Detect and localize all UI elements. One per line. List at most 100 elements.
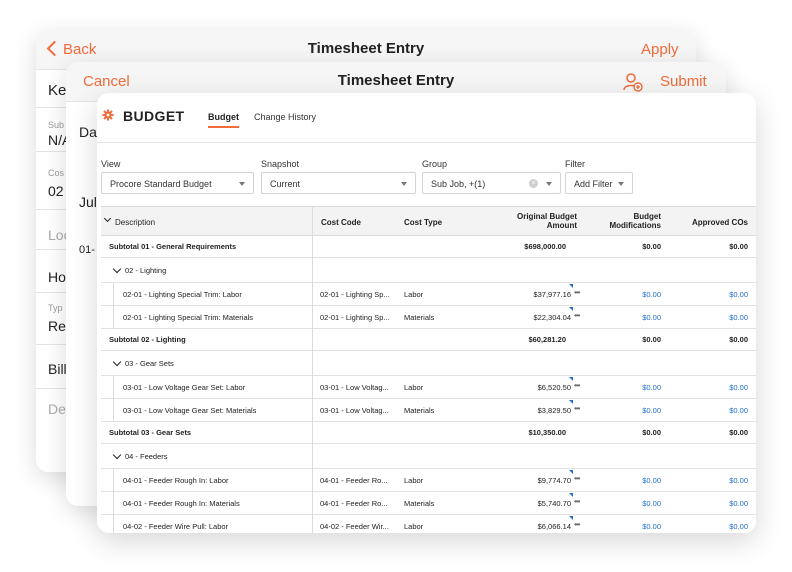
snapshot-label: Snapshot: [261, 159, 300, 169]
row-original-amount: $3,829.50: [537, 406, 571, 415]
cost-code-label: Cos: [48, 168, 65, 178]
row-budget-mods[interactable]: $0.00: [581, 406, 661, 415]
column-divider: [312, 206, 313, 533]
more-icon[interactable]: •••: [574, 404, 580, 413]
more-icon[interactable]: •••: [574, 474, 580, 483]
cost-code-value: 02: [48, 183, 64, 199]
row-cost-code: 02-01 - Lighting Sp...: [320, 290, 390, 299]
snapshot-select[interactable]: Current: [261, 172, 416, 194]
row-approved-cos[interactable]: $0.00: [669, 522, 748, 531]
billable-label: Bill: [48, 361, 67, 377]
row-original-amount: $37,977.16: [533, 290, 571, 299]
row-approved-cos[interactable]: $0.00: [669, 406, 748, 415]
caret-down-icon: [546, 182, 552, 186]
row-description: 04-01 - Feeder Rough In: Labor: [123, 476, 229, 485]
submit-link[interactable]: Submit: [660, 73, 707, 90]
row-approved-cos[interactable]: $0.00: [669, 476, 748, 485]
row-description: 04-01 - Feeder Rough In: Materials: [123, 499, 240, 508]
row-description: 02-01 - Lighting Special Trim: Materials: [123, 313, 254, 322]
row-description: 03-01 - Low Voltage Gear Set: Labor: [123, 383, 246, 392]
row-approved-cos[interactable]: $0.00: [669, 499, 748, 508]
row-budget-mods[interactable]: $0.00: [581, 476, 661, 485]
row-budget-mods[interactable]: $0.00: [581, 383, 661, 392]
group-select[interactable]: Sub Job, +(1) ×: [422, 172, 561, 194]
edit-marker-icon: [569, 284, 573, 288]
row-cost-type: Materials: [404, 499, 435, 508]
chevron-down-icon[interactable]: [112, 450, 122, 459]
col-original-line1[interactable]: Original Budget: [481, 212, 577, 221]
row-original-amount: $698,000.00: [524, 242, 566, 251]
tab-change-history[interactable]: Change History: [254, 112, 316, 122]
col-mods-line2: Modifications: [609, 221, 661, 230]
more-icon[interactable]: •••: [574, 311, 580, 320]
chevron-down-icon[interactable]: [112, 357, 122, 366]
chevron-down-icon[interactable]: [112, 264, 122, 273]
col-approved-cos[interactable]: Approved COs: [671, 218, 748, 227]
filter-label: Filter: [565, 159, 585, 169]
col-original-line2: Amount: [546, 221, 577, 230]
description-placeholder: De: [48, 401, 66, 417]
col-cost-code[interactable]: Cost Code: [321, 218, 361, 227]
group-row[interactable]: 02 - Lighting: [101, 258, 756, 283]
group-label: 03 - Gear Sets: [125, 359, 174, 368]
clear-icon[interactable]: ×: [529, 179, 538, 188]
row-cost-code: 03-01 - Low Voltag...: [320, 383, 389, 392]
type-label: Typ: [48, 303, 63, 313]
apply-link[interactable]: Apply: [641, 41, 679, 58]
row-budget-mods: $0.00: [642, 428, 661, 437]
row-cost-type: Labor: [404, 476, 424, 485]
row-cost-code: 03-01 - Low Voltag...: [320, 406, 389, 415]
group-row[interactable]: 03 - Gear Sets: [101, 351, 756, 376]
chevron-down-icon[interactable]: [103, 214, 112, 223]
row-cost-type: Labor: [404, 522, 424, 531]
table-row: 04-01 - Feeder Rough In: Materials 04-01 …: [101, 492, 756, 515]
add-filter-label: Add Filter: [574, 179, 613, 189]
add-filter-button[interactable]: Add Filter: [565, 172, 633, 194]
row-cost-type: Materials: [404, 313, 435, 322]
row-original-amount: $9,774.70: [537, 476, 571, 485]
col-cost-type[interactable]: Cost Type: [404, 218, 442, 227]
row-approved-cos: $0.00: [729, 428, 748, 437]
view-value: Procore Standard Budget: [110, 179, 212, 189]
more-icon[interactable]: •••: [574, 520, 580, 529]
more-icon[interactable]: •••: [574, 288, 580, 297]
group-label: Group: [422, 159, 448, 169]
group-value: Sub Job, +(1): [431, 179, 486, 189]
row-cost-type: Labor: [404, 383, 424, 392]
col-description[interactable]: Description: [115, 218, 155, 227]
user-add-icon[interactable]: [622, 71, 644, 93]
more-icon[interactable]: •••: [574, 497, 580, 506]
budget-card: BUDGET Budget Change History View Procor…: [97, 93, 756, 533]
hours-label: Ho: [48, 269, 66, 285]
row-approved-cos[interactable]: $0.00: [669, 313, 748, 322]
row-approved-cos[interactable]: $0.00: [669, 290, 748, 299]
row-budget-mods[interactable]: $0.00: [581, 499, 661, 508]
gear-icon: [102, 108, 114, 121]
sub-job-label: Sub: [48, 120, 65, 130]
row-cost-code: 04-01 - Feeder Ro...: [320, 476, 388, 485]
row-approved-cos: $0.00: [729, 335, 748, 344]
table-row: 02-01 - Lighting Special Trim: Labor 02-0…: [101, 283, 756, 306]
caret-down-icon: [239, 182, 245, 186]
row-original-amount: $10,350.00: [528, 428, 566, 437]
row-approved-cos[interactable]: $0.00: [669, 383, 748, 392]
subtotal-row: Subtotal 02 - Lighting $60,281.20 $0.00 $0.…: [101, 329, 756, 351]
row-original-amount: $6,520.50: [537, 383, 571, 392]
view-select[interactable]: Procore Standard Budget: [101, 172, 254, 194]
stage: Back Timesheet Entry Apply Kel Sub N/A C…: [0, 0, 792, 572]
row-description: 04-02 - Feeder Wire Pull: Labor: [123, 522, 229, 531]
row-budget-mods[interactable]: $0.00: [581, 290, 661, 299]
type-value: Re: [48, 318, 66, 334]
row-cost-type: Materials: [404, 406, 435, 415]
view-label: View: [101, 159, 121, 169]
more-icon[interactable]: •••: [574, 381, 580, 390]
row-budget-mods[interactable]: $0.00: [581, 522, 661, 531]
edit-marker-icon: [569, 377, 573, 381]
group-row[interactable]: 04 - Feeders: [101, 444, 756, 469]
subtotal-row: Subtotal 01 - General Requirements $698,0…: [101, 236, 756, 258]
row-cost-type: Labor: [404, 290, 424, 299]
row-budget-mods[interactable]: $0.00: [581, 313, 661, 322]
col-mods-line1[interactable]: Budget: [571, 212, 661, 221]
tab-budget[interactable]: Budget: [208, 112, 239, 128]
row-approved-cos: $0.00: [729, 242, 748, 251]
